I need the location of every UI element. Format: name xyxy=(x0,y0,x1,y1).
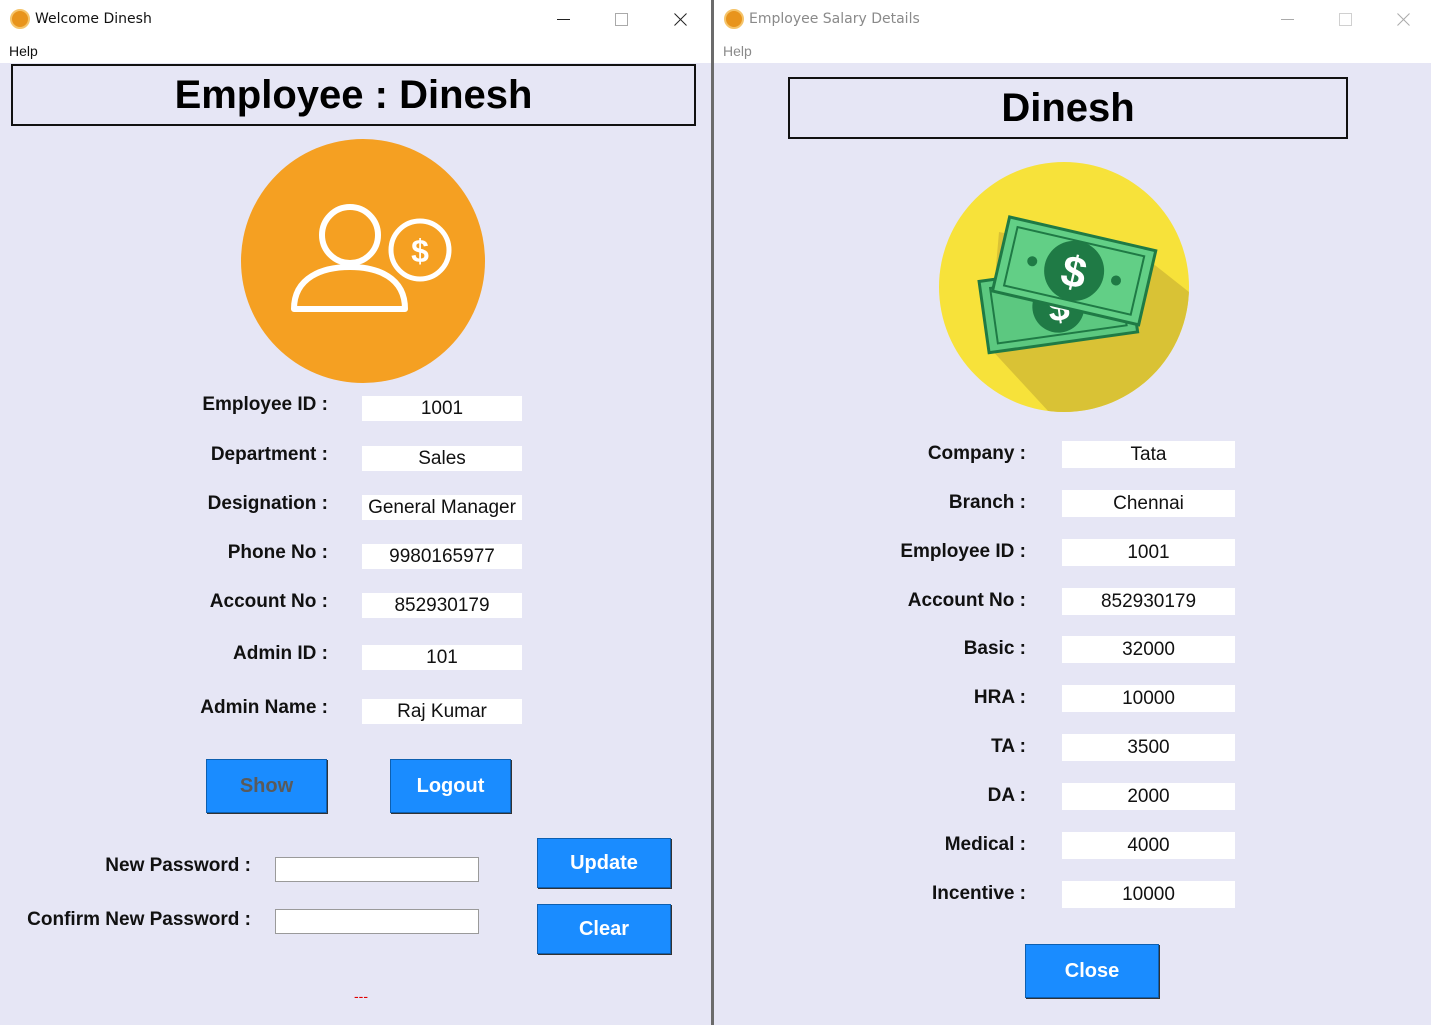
field-value: 9980165977 xyxy=(362,544,522,569)
field-label: Account No : xyxy=(907,590,1026,611)
field-value: 852930179 xyxy=(1062,588,1235,615)
field-value: Raj Kumar xyxy=(362,699,522,724)
field-value: 3500 xyxy=(1062,734,1235,761)
app-icon xyxy=(724,9,744,29)
field-label: Branch : xyxy=(948,492,1026,513)
field-label: Basic : xyxy=(963,638,1026,659)
title-bar[interactable]: Employee Salary Details xyxy=(714,0,1431,39)
field-value: 10000 xyxy=(1062,685,1235,712)
field-label: Department : xyxy=(210,444,328,465)
salary-window: Employee Salary Details Help Dinesh $ $ xyxy=(714,0,1431,1025)
field-label: DA : xyxy=(987,785,1026,806)
field-value: 10000 xyxy=(1062,881,1235,908)
field-value: 1001 xyxy=(1062,539,1235,566)
menu-bar: Help xyxy=(0,39,711,63)
field-value: General Manager xyxy=(362,495,522,520)
minimize-button[interactable] xyxy=(534,0,592,39)
logout-button[interactable]: Logout xyxy=(390,759,511,813)
field-value: 32000 xyxy=(1062,636,1235,663)
window-title: Employee Salary Details xyxy=(749,11,920,27)
close-window-button[interactable] xyxy=(651,0,709,39)
new-password-label: New Password : xyxy=(105,855,251,876)
field-label: Employee ID : xyxy=(202,394,328,415)
menu-bar: Help xyxy=(714,39,1431,63)
field-label: Employee ID : xyxy=(900,541,1026,562)
minimize-button[interactable] xyxy=(1258,0,1316,39)
maximize-button[interactable] xyxy=(1316,0,1374,39)
page-title: Employee : Dinesh xyxy=(11,64,696,126)
field-label: Admin Name : xyxy=(200,697,328,718)
field-value: Tata xyxy=(1062,441,1235,468)
window-title: Welcome Dinesh xyxy=(35,11,152,27)
field-value: Sales xyxy=(362,446,522,471)
field-value: 4000 xyxy=(1062,832,1235,859)
field-label: Account No : xyxy=(209,591,328,612)
new-password-input[interactable] xyxy=(275,857,479,882)
field-label: HRA : xyxy=(973,687,1026,708)
field-label: Phone No : xyxy=(227,542,328,563)
field-label: Incentive : xyxy=(932,883,1026,904)
field-value: 2000 xyxy=(1062,783,1235,810)
close-window-button[interactable] xyxy=(1374,0,1431,39)
close-button[interactable]: Close xyxy=(1025,944,1159,998)
menu-help[interactable]: Help xyxy=(9,43,38,59)
field-value: 101 xyxy=(362,645,522,670)
field-label: Medical : xyxy=(944,834,1026,855)
field-label: Designation : xyxy=(207,493,328,514)
field-label: Company : xyxy=(927,443,1026,464)
menu-help[interactable]: Help xyxy=(723,43,752,59)
employee-salary-icon: $ xyxy=(241,139,485,383)
field-value: Chennai xyxy=(1062,490,1235,517)
show-button[interactable]: Show xyxy=(206,759,327,813)
svg-text:$: $ xyxy=(411,233,429,269)
field-value: 852930179 xyxy=(362,593,522,618)
confirm-password-label: Confirm New Password : xyxy=(27,909,251,930)
field-value: 1001 xyxy=(362,396,522,421)
field-label: TA : xyxy=(991,736,1026,757)
status-text: --- xyxy=(354,988,368,1004)
money-icon: $ $ xyxy=(939,162,1189,412)
maximize-button[interactable] xyxy=(592,0,650,39)
clear-button[interactable]: Clear xyxy=(537,904,671,954)
confirm-password-input[interactable] xyxy=(275,909,479,934)
app-icon xyxy=(10,9,30,29)
page-title: Dinesh xyxy=(788,77,1348,139)
field-label: Admin ID : xyxy=(233,643,328,664)
title-bar[interactable]: Welcome Dinesh xyxy=(0,0,711,39)
update-button[interactable]: Update xyxy=(537,838,671,888)
employee-window: Welcome Dinesh Help Employee : Dinesh $ … xyxy=(0,0,711,1025)
